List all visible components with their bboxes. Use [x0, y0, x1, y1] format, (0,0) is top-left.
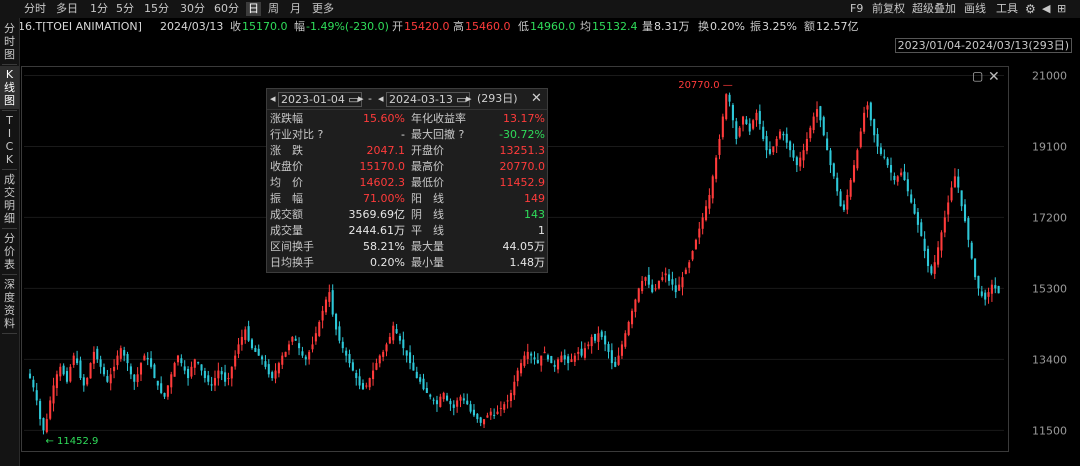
stats-row: 均 价 14602.3 最低价 11452.9: [267, 175, 547, 191]
stat-value: 15.60%: [363, 112, 405, 125]
stat-value: 44.05万: [502, 240, 546, 253]
stats-row: 成交额 3569.69亿阴 线 143: [267, 207, 547, 223]
stat-value: 58.21%: [363, 240, 405, 253]
stat-label: 最小量: [411, 256, 444, 269]
stat-label: 均 价: [270, 176, 303, 189]
stat-value: 3569.69亿: [348, 208, 406, 221]
y-tick-label: 11500: [1032, 424, 1067, 437]
stat-value: -: [401, 128, 405, 141]
stats-row: 行业对比 ? - 最大回撤 ? -30.72%: [267, 127, 547, 143]
date-sep: -: [368, 92, 372, 105]
end-date-value: 2024-03-13: [389, 93, 453, 106]
end-date-field[interactable]: 2024-03-13 ▭: [386, 92, 470, 107]
stats-row: 振 幅 71.00% 阳 线 149: [267, 191, 547, 207]
y-tick-label: 21000: [1032, 69, 1067, 82]
stat-label: 成交量: [270, 224, 303, 237]
y-tick-label: 15300: [1032, 282, 1067, 295]
stat-label: 平 线: [411, 224, 444, 237]
stat-value: 20770.0: [499, 160, 546, 173]
stats-row: 成交量 2444.61万平 线 1: [267, 223, 547, 239]
stat-label: 涨跌幅: [270, 112, 303, 125]
start-date-value: 2023-01-04: [281, 93, 345, 106]
stat-value: 149: [524, 192, 545, 205]
stats-row: 区间换手 58.21% 最大量 44.05万: [267, 239, 547, 255]
interval-stats-header: ◂ 2023-01-04 ▭ ▸ - ◂ 2024-03-13 ▭ ▸ (293…: [267, 89, 547, 110]
y-tick-label: 17200: [1032, 211, 1067, 224]
stat-value: 13251.3: [499, 144, 546, 157]
stat-label: 阳 线: [411, 192, 444, 205]
prev-start-arrow[interactable]: ◂: [270, 92, 276, 106]
stat-label: 开盘价: [411, 144, 444, 157]
close-stats-icon[interactable]: ✕: [531, 92, 542, 106]
stat-value: 14602.3: [359, 176, 406, 189]
stats-row: 日均换手 0.20% 最小量 1.48万: [267, 255, 547, 271]
stats-row: 涨跌幅 15.60% 年化收益率 13.17%: [267, 111, 547, 127]
y-tick-label: 19100: [1032, 140, 1067, 153]
stats-row: 涨 跌 2047.1 开盘价 13251.3: [267, 143, 547, 159]
start-date-field[interactable]: 2023-01-04 ▭: [278, 92, 362, 107]
stat-value: 13.17%: [503, 112, 545, 125]
stat-label: 最大量: [411, 240, 444, 253]
prev-end-arrow[interactable]: ◂: [378, 92, 384, 106]
stat-label: 振 幅: [270, 192, 303, 205]
stat-value: 71.00%: [363, 192, 405, 205]
stat-label: 阴 线: [411, 208, 444, 221]
stat-label: 最低价: [411, 176, 444, 189]
stat-value: 2047.1: [366, 144, 406, 157]
stat-value: 11452.9: [499, 176, 546, 189]
next-end-arrow[interactable]: ▸: [466, 92, 472, 106]
stat-value: 1: [538, 224, 545, 237]
stat-label: 成交额: [270, 208, 303, 221]
stat-label: 最高价: [411, 160, 444, 173]
next-start-arrow[interactable]: ▸: [358, 92, 364, 106]
stat-value: 2444.61万: [348, 224, 406, 237]
stats-row: 收盘价 15170.0 最高价 20770.0: [267, 159, 547, 175]
stat-value: 0.20%: [370, 256, 405, 269]
stat-label: 涨 跌: [270, 144, 303, 157]
stat-value: -30.72%: [499, 128, 545, 141]
stat-value: 143: [524, 208, 545, 221]
day-count: (293日): [477, 92, 518, 105]
stat-label: 收盘价: [270, 160, 303, 173]
interval-stats-panel: ◂ 2023-01-04 ▭ ▸ - ◂ 2024-03-13 ▭ ▸ (293…: [266, 88, 548, 273]
stat-value: 1.48万: [509, 256, 546, 269]
y-tick-label: 13400: [1032, 353, 1067, 366]
stat-value: 15170.0: [359, 160, 406, 173]
